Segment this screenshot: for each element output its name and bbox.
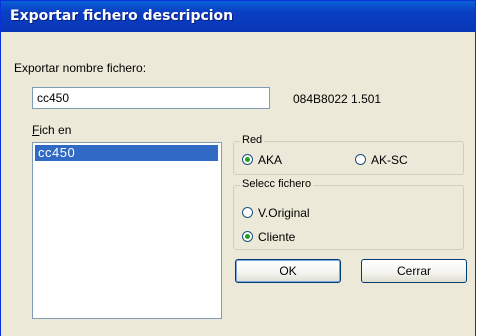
export-dialog: Exportar fichero descripcion Exportar no…: [0, 0, 476, 336]
version-info: 084B8022 1.501: [293, 92, 382, 106]
file-listbox[interactable]: cc450: [32, 142, 222, 319]
radio-cliente[interactable]: Cliente: [242, 230, 322, 244]
radio-cliente-indicator: [242, 231, 253, 242]
cancel-button[interactable]: Cerrar: [361, 259, 467, 283]
radio-aka[interactable]: AKA: [242, 153, 302, 167]
radio-ak-sc-indicator: [355, 154, 366, 165]
list-item[interactable]: cc450: [35, 145, 218, 161]
network-legend: Red: [240, 134, 265, 146]
title-bar[interactable]: Exportar fichero descripcion: [1, 1, 475, 32]
window-title: Exportar fichero descripcion: [10, 8, 234, 24]
radio-ak-sc[interactable]: AK-SC: [355, 153, 425, 167]
network-group: Red AKA AK-SC: [233, 134, 464, 175]
ok-button[interactable]: OK: [235, 259, 341, 283]
file-select-legend: Selecc fichero: [240, 178, 314, 190]
export-name-label: Exportar nombre fichero:: [14, 61, 147, 75]
radio-v-original[interactable]: V.Original: [242, 206, 332, 220]
file-list-label: Fich en: [32, 123, 72, 137]
export-name-input[interactable]: cc450: [32, 87, 270, 109]
radio-aka-indicator: [242, 154, 253, 165]
radio-v-original-indicator: [242, 207, 253, 218]
file-select-group: Selecc fichero V.Original Cliente: [233, 178, 464, 250]
